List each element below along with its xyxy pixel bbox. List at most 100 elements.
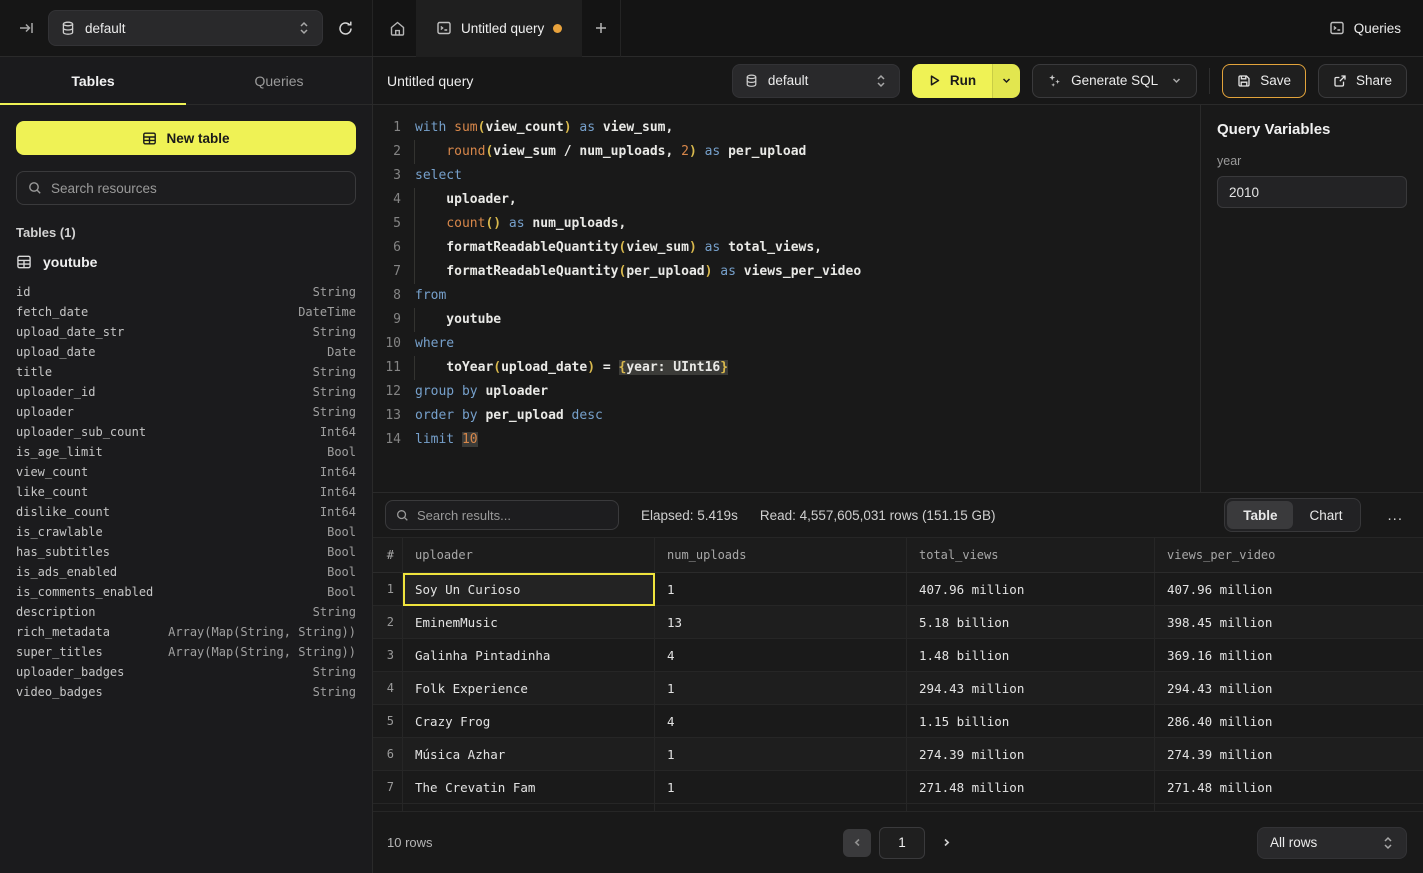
table-column-row[interactable]: fetch_dateDateTime [16,302,356,322]
table-cell[interactable]: Música Azhar [403,738,655,771]
table-column-row[interactable]: uploader_idString [16,382,356,402]
table-cell[interactable]: Folk Experience [403,672,655,705]
table-column-row[interactable]: like_countInt64 [16,482,356,502]
new-table-button[interactable]: New table [16,121,356,155]
code-line[interactable]: 2 round(view_sum / num_uploads, 2) as pe… [373,140,1200,164]
table-cell[interactable]: 294.43 million [907,672,1155,705]
code-line[interactable]: 3select [373,164,1200,188]
collapse-sidebar-button[interactable] [14,16,38,40]
table-cell[interactable]: 1 [655,573,907,606]
column-header-num_uploads[interactable]: num_uploads [655,538,907,572]
code-line[interactable]: 12group by uploader [373,380,1200,404]
table-column-row[interactable]: super_titlesArray(Map(String, String)) [16,642,356,662]
table-column-row[interactable]: upload_date_strString [16,322,356,342]
table-column-row[interactable]: uploaderString [16,402,356,422]
database-selector[interactable]: default [48,10,323,46]
table-cell[interactable]: 271.48 million [907,771,1155,804]
home-button[interactable] [385,16,410,41]
table-column-row[interactable]: view_countInt64 [16,462,356,482]
next-page-button[interactable] [933,830,959,856]
table-cell[interactable]: 407.96 million [907,573,1155,606]
table-column-row[interactable]: uploader_sub_countInt64 [16,422,356,442]
table-cell[interactable]: 13 [655,606,907,639]
table-column-row[interactable]: titleString [16,362,356,382]
table-column-row[interactable]: is_ads_enabledBool [16,562,356,582]
table-cell[interactable]: 274.39 million [1155,738,1423,771]
column-name: has_subtitles [16,545,110,559]
sidebar-tab-tables[interactable]: Tables [0,57,186,104]
column-header-uploader[interactable]: uploader [403,538,655,572]
table-column-row[interactable]: is_age_limitBool [16,442,356,462]
save-button[interactable]: Save [1222,64,1306,98]
tab-untitled-query[interactable]: Untitled query [416,0,582,57]
share-button[interactable]: Share [1318,64,1407,98]
table-cell[interactable]: 1.48 billion [907,639,1155,672]
table-cell[interactable]: Crazy Frog [403,705,655,738]
table-column-row[interactable]: descriptionString [16,602,356,622]
previous-page-button[interactable] [843,829,871,857]
table-cell[interactable]: 294.43 million [1155,672,1423,705]
chevron-down-icon[interactable] [1171,75,1182,86]
table-cell[interactable]: EminemMusic [403,606,655,639]
table-column-row[interactable]: dislike_countInt64 [16,502,356,522]
refresh-button[interactable] [333,16,358,41]
code-line[interactable]: 7 formatReadableQuantity(per_upload) as … [373,260,1200,284]
table-cell[interactable]: Galinha Pintadinha [403,639,655,672]
sidebar-tab-queries[interactable]: Queries [186,57,372,104]
table-cell[interactable]: 4 [655,639,907,672]
table-column-row[interactable]: rich_metadataArray(Map(String, String)) [16,622,356,642]
table-column-row[interactable]: uploader_badgesString [16,662,356,682]
code-line[interactable]: 8from [373,284,1200,308]
view-tab-table[interactable]: Table [1227,501,1293,529]
table-cell[interactable]: 1 [655,771,907,804]
code-line[interactable]: 14limit 10 [373,428,1200,452]
table-column-row[interactable]: is_crawlableBool [16,522,356,542]
view-tab-chart[interactable]: Chart [1293,501,1358,529]
code-line[interactable]: 10where [373,332,1200,356]
table-column-row[interactable]: has_subtitlesBool [16,542,356,562]
generate-sql-button[interactable]: Generate SQL [1032,64,1197,98]
code-line[interactable]: 5 count() as num_uploads, [373,212,1200,236]
table-column-row[interactable]: idString [16,282,356,302]
sidebar-table-youtube[interactable]: youtube [16,252,356,272]
run-options-button[interactable] [992,64,1020,98]
table-cell[interactable]: 407.96 million [1155,573,1423,606]
table-column-row[interactable]: is_comments_enabledBool [16,582,356,602]
column-header-index[interactable]: # [373,538,403,572]
table-column-row[interactable]: video_badgesString [16,682,356,702]
table-cell[interactable]: 286.40 million [1155,705,1423,738]
code-line[interactable]: 1with sum(view_count) as view_sum, [373,116,1200,140]
toolbar-database-selector[interactable]: default [732,64,900,98]
table-cell[interactable]: 398.45 million [1155,606,1423,639]
table-cell[interactable]: 1 [655,738,907,771]
table-cell[interactable]: 5.18 billion [907,606,1155,639]
code-line[interactable]: 13order by per_upload desc [373,404,1200,428]
resource-search[interactable] [16,171,356,205]
table-cell[interactable]: 1 [655,672,907,705]
results-more-button[interactable]: ... [1383,503,1407,528]
run-button[interactable]: Run [912,64,992,98]
resource-search-input[interactable] [51,181,344,196]
current-page-indicator[interactable]: 1 [879,827,925,859]
code-line[interactable]: 9 youtube [373,308,1200,332]
table-cell[interactable]: 1.15 billion [907,705,1155,738]
code-line[interactable]: 11 toYear(upload_date) = {year: UInt16} [373,356,1200,380]
column-header-total_views[interactable]: total_views [907,538,1155,572]
column-header-views_per_video[interactable]: views_per_video [1155,538,1423,572]
table-cell[interactable]: The Crevatin Fam [403,771,655,804]
new-tab-button[interactable] [590,17,612,39]
variable-year-input[interactable] [1217,176,1407,208]
results-search-input[interactable] [417,508,608,523]
code-line[interactable]: 4 uploader, [373,188,1200,212]
table-cell[interactable]: 274.39 million [907,738,1155,771]
code-line[interactable]: 6 formatReadableQuantity(view_sum) as to… [373,236,1200,260]
table-cell[interactable]: Soy Un Curioso [403,573,655,606]
results-search[interactable] [385,500,619,530]
table-cell[interactable]: 369.16 million [1155,639,1423,672]
table-column-row[interactable]: upload_dateDate [16,342,356,362]
page-size-selector[interactable]: All rows [1257,827,1407,859]
table-cell[interactable]: 4 [655,705,907,738]
queries-panel-button[interactable]: Queries [1319,14,1411,42]
table-cell[interactable]: 271.48 million [1155,771,1423,804]
sql-editor[interactable]: 1with sum(view_count) as view_sum,2 roun… [373,105,1200,492]
